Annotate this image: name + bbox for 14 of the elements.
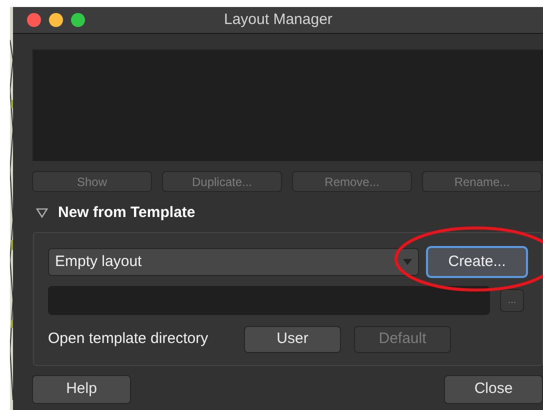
create-button[interactable]: Create... [427,247,527,277]
dropdown-caret-icon [403,259,412,265]
close-window-icon[interactable] [27,13,41,27]
button[interactable]: User [244,326,341,353]
window-title: Layout Manager [224,10,332,30]
button[interactable]: Close [444,375,543,404]
template-path-field[interactable] [48,286,490,314]
template-dropdown[interactable]: Empty layout [48,248,419,276]
minimize-window-icon[interactable] [49,13,63,27]
button[interactable]: Help [32,375,131,404]
collapse-triangle-icon[interactable] [36,208,48,218]
directory-label: Open template directory [48,329,210,350]
maximize-window-icon[interactable] [71,13,85,27]
section-title: New from Template [58,202,196,223]
